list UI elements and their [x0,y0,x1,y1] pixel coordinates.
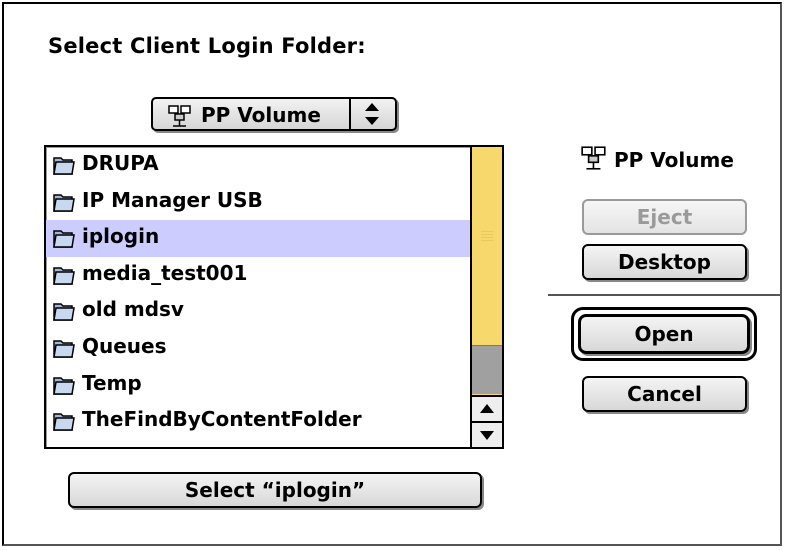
network-volume-icon [580,146,608,176]
list-item[interactable]: iplogin [46,220,470,257]
folder-icon [52,410,76,436]
volume-popup-menu[interactable]: PP Volume [151,97,397,131]
folder-list[interactable]: DRUPA IP Manager USB iplogin media_test0… [44,145,504,449]
list-item-label: iplogin [82,224,160,249]
current-volume-label: PP Volume [614,148,734,172]
dialog-title: Select Client Login Folder: [48,34,366,58]
arrow-up-icon [480,404,494,413]
list-item-label: Queues [82,333,167,358]
volume-popup-label: PP Volume [201,103,321,127]
list-item-label: IP Manager USB [82,187,263,212]
folder-icon [52,374,76,400]
eject-button[interactable]: Eject [582,199,747,235]
arrow-down-icon [480,431,494,440]
select-folder-button[interactable]: Select “iplogin” [68,472,482,508]
up-down-arrows-icon [349,99,395,129]
folder-icon [52,154,76,180]
folder-icon [52,227,76,253]
list-item-label: old mdsv [82,297,184,322]
list-item-label: media_test001 [82,260,248,285]
select-folder-dialog: Select Client Login Folder: PP Volume DR… [2,2,782,546]
list-item[interactable]: DRUPA [46,147,470,184]
list-item[interactable]: Temp [46,367,470,404]
folder-list-rows: DRUPA IP Manager USB iplogin media_test0… [46,147,470,447]
scroll-up-button[interactable] [472,395,502,421]
folder-icon [52,191,76,217]
cancel-button[interactable]: Cancel [582,376,747,412]
list-item[interactable]: media_test001 [46,257,470,294]
list-item-label: DRUPA [82,151,159,175]
list-item-label: Temp [82,370,142,395]
folder-icon [52,264,76,290]
scroll-grip-icon [481,231,493,241]
vertical-scrollbar[interactable] [470,147,502,447]
folder-icon [52,300,76,326]
open-button[interactable]: Open [578,314,750,354]
network-volume-icon [167,105,193,131]
scroll-thumb[interactable] [472,345,502,394]
list-item[interactable]: Queues [46,330,470,367]
list-item[interactable]: TheFindByContentFolder [46,403,470,440]
folder-icon [52,337,76,363]
current-volume: PP Volume [580,144,734,176]
divider [548,294,780,296]
scroll-down-button[interactable] [472,421,502,447]
list-item[interactable]: old mdsv [46,293,470,330]
desktop-button[interactable]: Desktop [582,244,747,280]
list-item-label: TheFindByContentFolder [82,407,362,432]
list-item[interactable]: IP Manager USB [46,184,470,221]
